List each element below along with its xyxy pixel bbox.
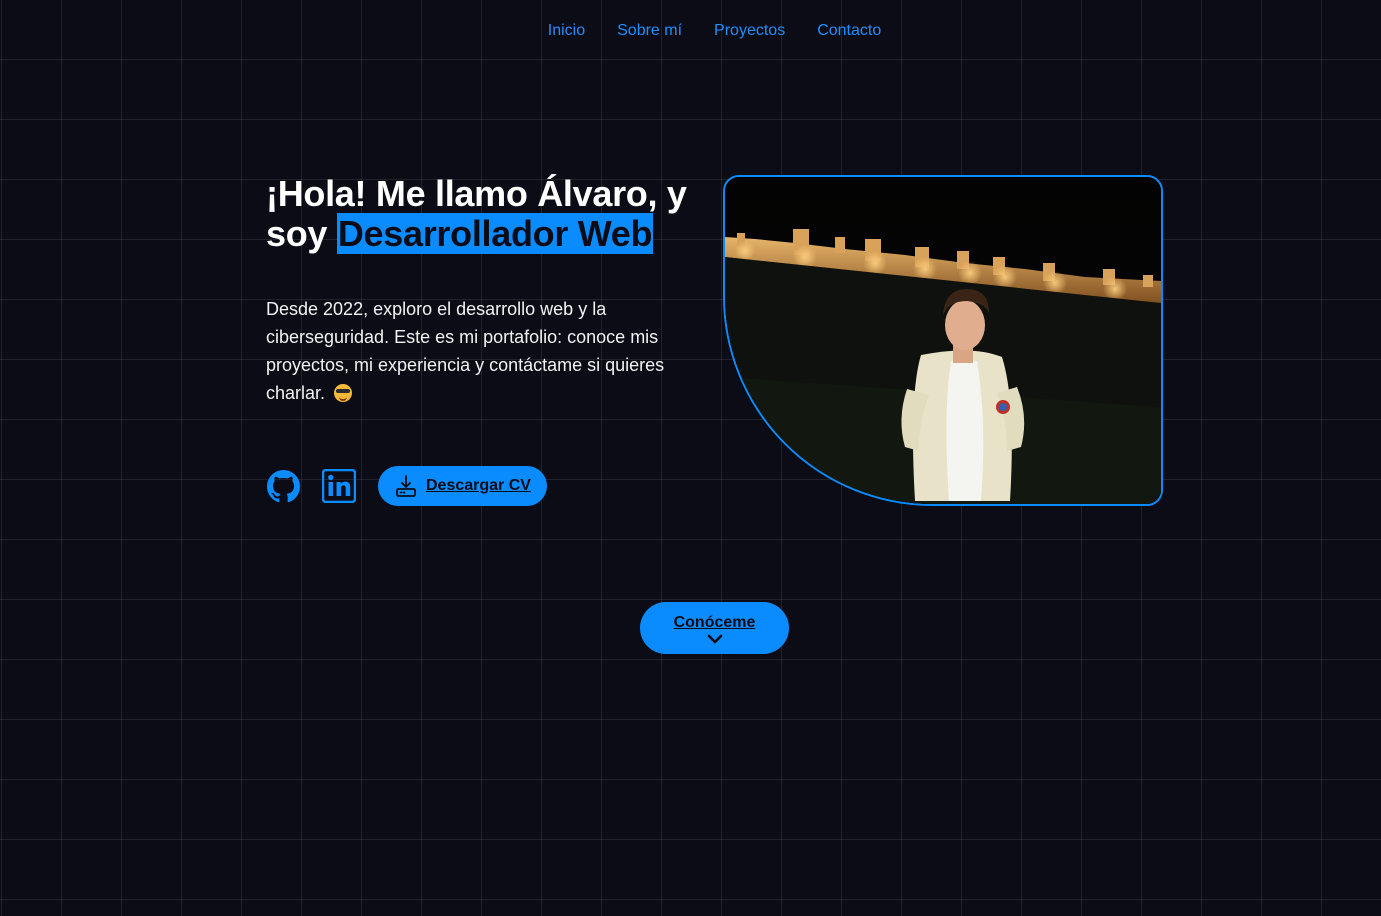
hero-title-highlight: Desarrollador Web bbox=[336, 213, 654, 254]
know-me-button[interactable]: Conóceme bbox=[640, 602, 789, 654]
nav-link-proyectos[interactable]: Proyectos bbox=[714, 20, 785, 42]
download-icon bbox=[396, 475, 416, 497]
hero-description: Desde 2022, exploro el desarrollo web y … bbox=[266, 295, 706, 407]
nav-link-contacto[interactable]: Contacto bbox=[817, 20, 881, 42]
linkedin-icon bbox=[322, 469, 356, 503]
hero-title: ¡Hola! Me llamo Álvaro, y soy Desarrolla… bbox=[266, 174, 726, 254]
github-icon bbox=[266, 469, 300, 502]
hero-description-text: Desde 2022, exploro el desarrollo web y … bbox=[266, 299, 665, 403]
chevron-down-icon bbox=[707, 634, 722, 644]
nav-link-sobre-mi[interactable]: Sobre mí bbox=[617, 20, 682, 42]
download-cv-button[interactable]: Descargar CV bbox=[378, 466, 547, 506]
linkedin-link[interactable] bbox=[322, 469, 356, 503]
github-link[interactable] bbox=[266, 469, 300, 503]
main-nav: Inicio Sobre mí Proyectos Contacto bbox=[0, 20, 1381, 42]
nav-link-inicio[interactable]: Inicio bbox=[548, 20, 585, 42]
profile-photo-image bbox=[725, 177, 1161, 504]
social-links: Descargar CV bbox=[266, 466, 547, 506]
know-me-label: Conóceme bbox=[673, 614, 756, 631]
download-cv-label: Descargar CV bbox=[426, 477, 531, 494]
profile-photo bbox=[723, 175, 1163, 506]
sunglasses-emoji-icon bbox=[334, 384, 353, 402]
